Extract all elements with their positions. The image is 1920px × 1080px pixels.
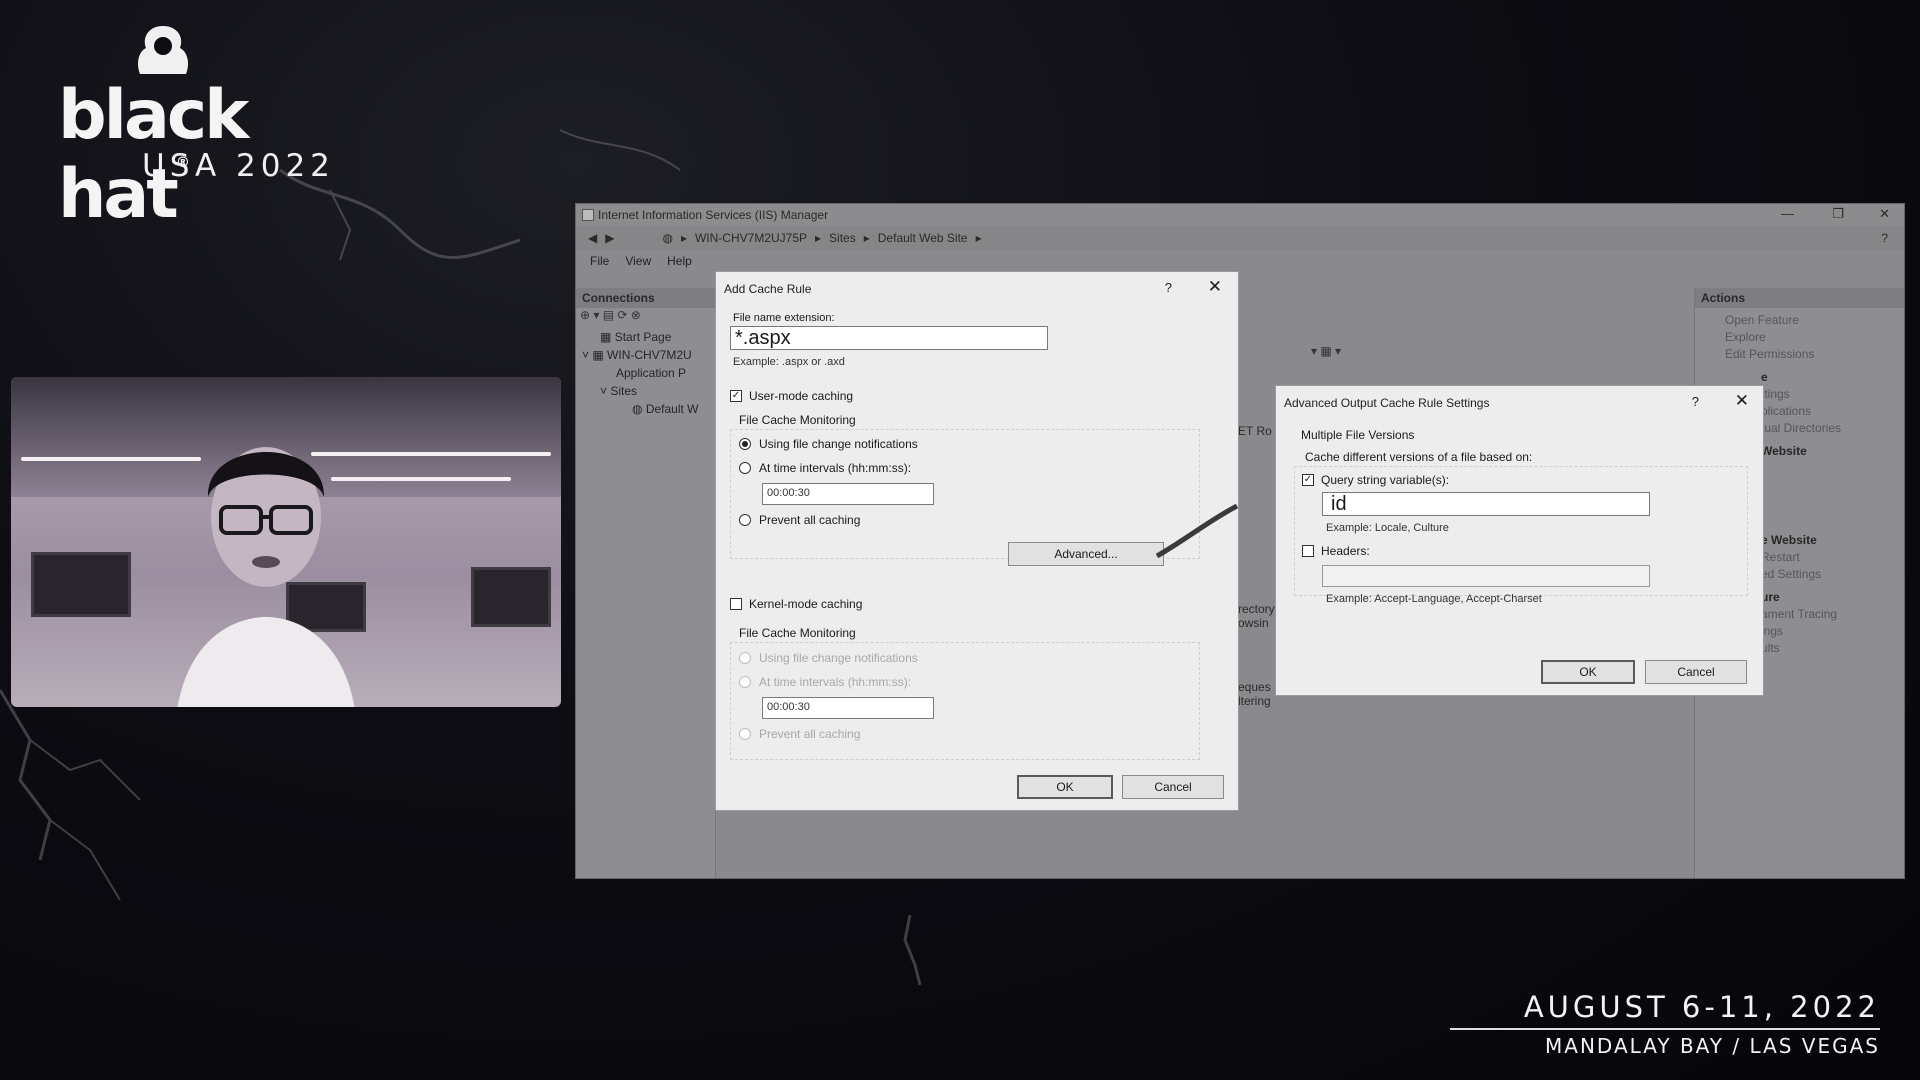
user-intervals-radio[interactable] (739, 462, 751, 474)
tree-expand-icon[interactable]: ˅ (600, 384, 607, 398)
cancel-button[interactable]: Cancel (1645, 660, 1747, 684)
iis-menubar: File View Help (576, 250, 1904, 272)
close-icon[interactable]: ✕ (1735, 391, 1749, 411)
user-prevent-label: Prevent all caching (759, 513, 861, 527)
user-intervals-label: At time intervals (hh:mm:ss): (759, 461, 912, 475)
advanced-cache-settings-dialog: Advanced Output Cache Rule Settings ? ✕ … (1275, 385, 1764, 696)
iis-address-bar: ◀ ▶ ◍ ▸ WIN-CHV7M2UJ75P ▸ Sites ▸ Defaul… (576, 226, 1904, 250)
server-icon: ▦ (592, 348, 604, 362)
iis-titlebar: Internet Information Services (IIS) Mana… (576, 204, 1904, 226)
kernel-notifications-label: Using file change notifications (759, 651, 918, 665)
presenter-figure (177, 447, 355, 707)
breadcrumb-server[interactable]: WIN-CHV7M2UJ75P (695, 231, 807, 245)
action-edit-permissions[interactable]: Edit Permissions (1695, 346, 1904, 363)
event-venue: MANDALAY BAY / LAS VEGAS (1545, 1034, 1880, 1058)
tree-item-app-pools[interactable]: Application P (576, 364, 715, 382)
close-icon[interactable]: ✕ (1208, 277, 1222, 297)
webcam-background-monitor (31, 552, 131, 617)
extension-input[interactable]: *.aspx (730, 326, 1048, 350)
help-icon[interactable]: ? (1692, 394, 1699, 409)
breadcrumb-site[interactable]: Default Web Site (878, 231, 968, 245)
user-notifications-label: Using file change notifications (759, 437, 918, 451)
kernel-intervals-label: At time intervals (hh:mm:ss): (759, 675, 912, 689)
breadcrumb-sites[interactable]: Sites (829, 231, 856, 245)
user-monitoring-label: File Cache Monitoring (739, 413, 856, 427)
ok-button[interactable]: OK (1541, 660, 1635, 684)
query-string-checkbox[interactable]: ✓ (1302, 474, 1314, 486)
versions-description: Cache different versions of a file based… (1305, 450, 1533, 464)
feature-fragment: ET Ro (1238, 424, 1272, 438)
tree-item-server[interactable]: ˅ ▦ WIN-CHV7M2U (576, 346, 715, 364)
logo-subtitle: USA 2022 (142, 148, 335, 184)
tree-item-start-page[interactable]: ▦ Start Page (576, 328, 715, 346)
actions-header: Actions (1695, 288, 1904, 308)
headers-example: Example: Accept-Language, Accept-Charset (1326, 593, 1542, 605)
user-mode-checkbox[interactable]: ✓ (730, 390, 742, 402)
kernel-prevent-radio (739, 728, 751, 740)
cancel-button[interactable]: Cancel (1122, 775, 1224, 799)
menu-file[interactable]: File (590, 254, 609, 268)
tree-item-default-site[interactable]: ◍ Default W (576, 400, 715, 418)
restore-icon[interactable]: ❐ (1832, 206, 1844, 222)
logo-hat-icon (138, 26, 188, 74)
kernel-prevent-label: Prevent all caching (759, 727, 861, 741)
query-string-example: Example: Locale, Culture (1326, 522, 1449, 534)
back-icon[interactable]: ◀ (588, 231, 597, 245)
connections-toolbar: ⊕ ▾ ▤ ⟳ ⊗ (580, 308, 641, 322)
user-mode-label: User-mode caching (749, 389, 854, 403)
help-icon[interactable]: ? (1881, 231, 1888, 245)
menu-view[interactable]: View (625, 254, 651, 268)
action-open-feature[interactable]: Open Feature (1695, 312, 1904, 329)
feature-fragment: eques (1238, 680, 1271, 694)
headers-label: Headers: (1321, 544, 1370, 558)
ok-button[interactable]: OK (1017, 775, 1113, 799)
dialog-title: Add Cache Rule (724, 282, 812, 296)
user-prevent-radio[interactable] (739, 514, 751, 526)
globe-icon: ◍ (662, 231, 673, 245)
kernel-notifications-radio (739, 652, 751, 664)
iis-app-icon (582, 209, 594, 221)
headers-checkbox[interactable] (1302, 545, 1314, 557)
feature-fragment: rectory (1238, 602, 1275, 616)
minimize-icon[interactable]: — (1781, 206, 1794, 221)
webcam-background-monitor (471, 567, 551, 627)
extension-label: File name extension: (733, 312, 835, 324)
query-string-label: Query string variable(s): (1321, 473, 1450, 487)
tree-item-sites[interactable]: ˅ Sites (576, 382, 715, 400)
user-notifications-radio[interactable] (739, 438, 751, 450)
event-date: AUGUST 6-11, 2022 (1450, 990, 1880, 1030)
action-section: e (1761, 370, 1768, 384)
annotation-arrow (1155, 503, 1239, 559)
tree-expand-icon[interactable]: ˅ (582, 348, 589, 362)
kernel-interval-input: 00:00:30 (762, 697, 934, 719)
multiple-versions-heading: Multiple File Versions (1301, 428, 1415, 442)
kernel-mode-checkbox[interactable] (730, 598, 742, 610)
action-explore[interactable]: Explore (1695, 329, 1904, 346)
connections-header: Connections (576, 288, 715, 308)
query-string-input[interactable]: id (1322, 492, 1650, 516)
iis-window-title: Internet Information Services (IIS) Mana… (598, 208, 829, 222)
site-icon: ◍ (632, 402, 643, 416)
dialog-title: Advanced Output Cache Rule Settings (1284, 396, 1490, 410)
headers-input[interactable] (1322, 565, 1650, 587)
forward-icon[interactable]: ▶ (605, 231, 614, 245)
user-interval-input[interactable]: 00:00:30 (762, 483, 934, 505)
connections-panel: Connections ⊕ ▾ ▤ ⟳ ⊗ ▦ Start Page ˅ ▦ W… (576, 288, 716, 878)
help-icon[interactable]: ? (1165, 280, 1172, 295)
kernel-monitoring-label: File Cache Monitoring (739, 626, 856, 640)
menu-help[interactable]: Help (667, 254, 692, 268)
advanced-button[interactable]: Advanced... (1008, 542, 1164, 566)
breadcrumb: ◍ ▸ WIN-CHV7M2UJ75P ▸ Sites ▸ Default We… (662, 231, 982, 245)
kernel-intervals-radio (739, 676, 751, 688)
presenter-webcam (11, 377, 561, 707)
group-by-dropdown[interactable]: ▾ ▦ ▾ (1311, 344, 1341, 358)
feature-fragment: ltering (1238, 694, 1271, 708)
extension-example: Example: .aspx or .axd (733, 356, 845, 368)
close-icon[interactable]: ✕ (1879, 206, 1890, 222)
start-page-icon: ▦ (600, 330, 612, 344)
feature-fragment: owsin (1238, 616, 1269, 630)
kernel-mode-label: Kernel-mode caching (749, 597, 863, 611)
